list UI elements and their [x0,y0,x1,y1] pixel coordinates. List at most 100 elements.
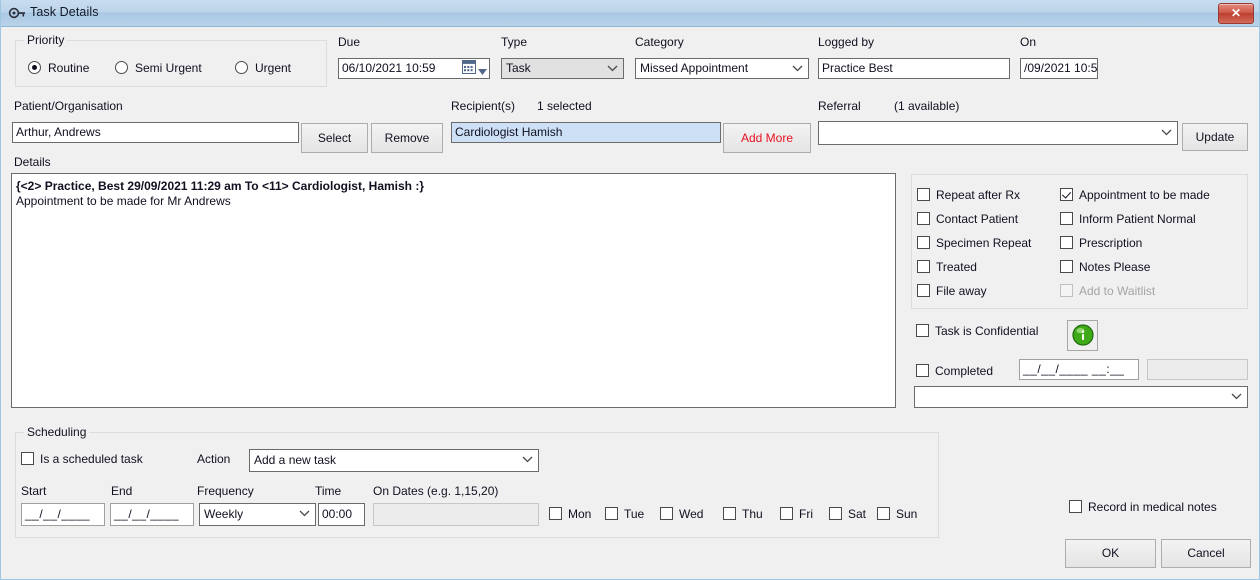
start-date-input[interactable]: __/__/____ [21,503,105,526]
end-date-input[interactable]: __/__/____ [110,503,194,526]
checkbox-indicator [1060,284,1073,297]
on-input[interactable]: /09/2021 10:59 [1020,58,1098,79]
chevron-down-icon [299,504,310,525]
checkbox-label: Fri [799,507,813,521]
time-label: Time [315,484,342,498]
checkbox-label: Thu [742,507,763,521]
completed-by-input[interactable] [1147,359,1248,380]
checkbox-day-sun[interactable]: Sun [877,507,917,521]
checkbox-indicator [723,507,736,520]
cancel-button[interactable]: Cancel [1161,539,1251,568]
checkbox-day-mon[interactable]: Mon [549,507,591,521]
due-label: Due [338,35,361,49]
chevron-down-icon [1161,123,1172,144]
calendar-icon [462,60,476,77]
checkbox-indicator [917,260,930,273]
logged-by-label: Logged by [818,35,875,49]
completed-date-input[interactable]: __/__/____ __:__ [1019,359,1139,380]
checkbox-label: Prescription [1079,236,1143,250]
category-select[interactable]: Missed Appointment [635,58,809,79]
recipients-list[interactable]: Cardiologist Hamish [451,122,721,143]
checkbox-indicator [917,284,930,297]
checkbox-day-sat[interactable]: Sat [829,507,866,521]
update-button[interactable]: Update [1182,123,1248,151]
on-dates-input[interactable] [373,503,539,526]
recipients-count: 1 selected [537,99,592,113]
on-label: On [1020,35,1037,49]
close-button[interactable]: ✕ [1218,3,1254,24]
action-select[interactable]: Add a new task [249,449,539,472]
on-dates-label: On Dates (e.g. 1,15,20) [373,484,499,498]
time-input[interactable]: 00:00 [318,503,365,526]
ok-button[interactable]: OK [1065,539,1156,568]
checkbox-is-scheduled-task[interactable]: Is a scheduled task [21,452,143,466]
checkbox-day-fri[interactable]: Fri [780,507,813,521]
checkbox-contact-patient[interactable]: Contact Patient [917,212,1018,226]
checkbox-label: Tue [624,507,645,521]
flags-groupbox: Repeat after Rx Contact Patient Specimen… [911,174,1248,309]
checkbox-file-away[interactable]: File away [917,284,987,298]
recipients-label: Recipient(s) [451,99,516,113]
checkbox-label: Specimen Repeat [936,236,1032,250]
checkbox-indicator [917,188,930,201]
checkbox-indicator [605,507,618,520]
checkbox-specimen-repeat[interactable]: Specimen Repeat [917,236,1031,250]
add-more-button[interactable]: Add More [723,123,811,153]
title-bar: Task Details ✕ [1,0,1259,27]
checkbox-indicator [917,212,930,225]
list-item[interactable]: Cardiologist Hamish [452,123,720,142]
end-label: End [111,484,133,498]
checkbox-task-confidential[interactable]: Task is Confidential [916,324,1038,338]
radio-urgent-indicator [235,61,248,74]
details-body-line: Appointment to be made for Mr Andrews [16,194,231,208]
checkbox-prescription[interactable]: Prescription [1060,236,1142,250]
checkbox-label: Notes Please [1079,260,1151,274]
checkbox-day-wed[interactable]: Wed [660,507,703,521]
checkbox-indicator [1069,500,1082,513]
checkbox-indicator [549,507,562,520]
checkbox-indicator [1060,236,1073,249]
type-select[interactable]: Task [501,58,624,79]
due-calendar-picker[interactable] [462,60,489,77]
chevron-down-icon [522,450,533,471]
details-textarea[interactable]: {<2> Practice, Best 29/09/2021 11:29 am … [11,173,896,408]
task-details-window: Task Details ✕ Priority Routine Semi Urg… [0,0,1260,580]
patient-input[interactable]: Arthur, Andrews [12,122,299,143]
checkbox-label: Repeat after Rx [936,188,1021,202]
checkbox-label: Completed [935,364,994,378]
radio-semi-urgent[interactable]: Semi Urgent [115,61,202,75]
select-button[interactable]: Select [301,123,368,153]
checkbox-day-thu[interactable]: Thu [723,507,763,521]
completed-reason-select[interactable] [914,386,1248,408]
category-select-value: Missed Appointment [640,61,749,75]
checkbox-label: Treated [936,260,977,274]
checkbox-label: Wed [679,507,704,521]
action-label: Action [197,452,231,466]
checkbox-record-in-medical-notes[interactable]: Record in medical notes [1069,500,1217,514]
radio-urgent-label: Urgent [255,61,292,75]
radio-urgent[interactable]: Urgent [235,61,291,75]
info-button[interactable] [1067,320,1098,351]
checkbox-indicator [21,452,34,465]
checkbox-inform-patient-normal[interactable]: Inform Patient Normal [1060,212,1196,226]
checkbox-appointment-to-be-made[interactable]: Appointment to be made [1060,188,1210,202]
checkbox-treated[interactable]: Treated [917,260,977,274]
checkbox-indicator [916,324,929,337]
radio-routine-indicator [28,61,41,74]
frequency-label: Frequency [197,484,254,498]
frequency-select[interactable]: Weekly [199,503,316,526]
remove-button[interactable]: Remove [371,123,443,153]
checkbox-label: File away [936,284,987,298]
logged-by-input[interactable]: Practice Best [818,58,1010,79]
details-label: Details [14,155,51,169]
checkbox-indicator [829,507,842,520]
scheduling-groupbox: Scheduling Is a scheduled task Action Ad… [15,425,939,538]
checkbox-completed[interactable]: Completed [916,364,993,378]
checkbox-notes-please[interactable]: Notes Please [1060,260,1150,274]
referral-select[interactable] [818,121,1178,145]
checkbox-day-tue[interactable]: Tue [605,507,644,521]
checkbox-repeat-after-rx[interactable]: Repeat after Rx [917,188,1020,202]
type-select-value: Task [506,61,531,75]
details-header-line: {<2> Practice, Best 29/09/2021 11:29 am … [16,179,424,193]
radio-routine[interactable]: Routine [28,61,89,75]
